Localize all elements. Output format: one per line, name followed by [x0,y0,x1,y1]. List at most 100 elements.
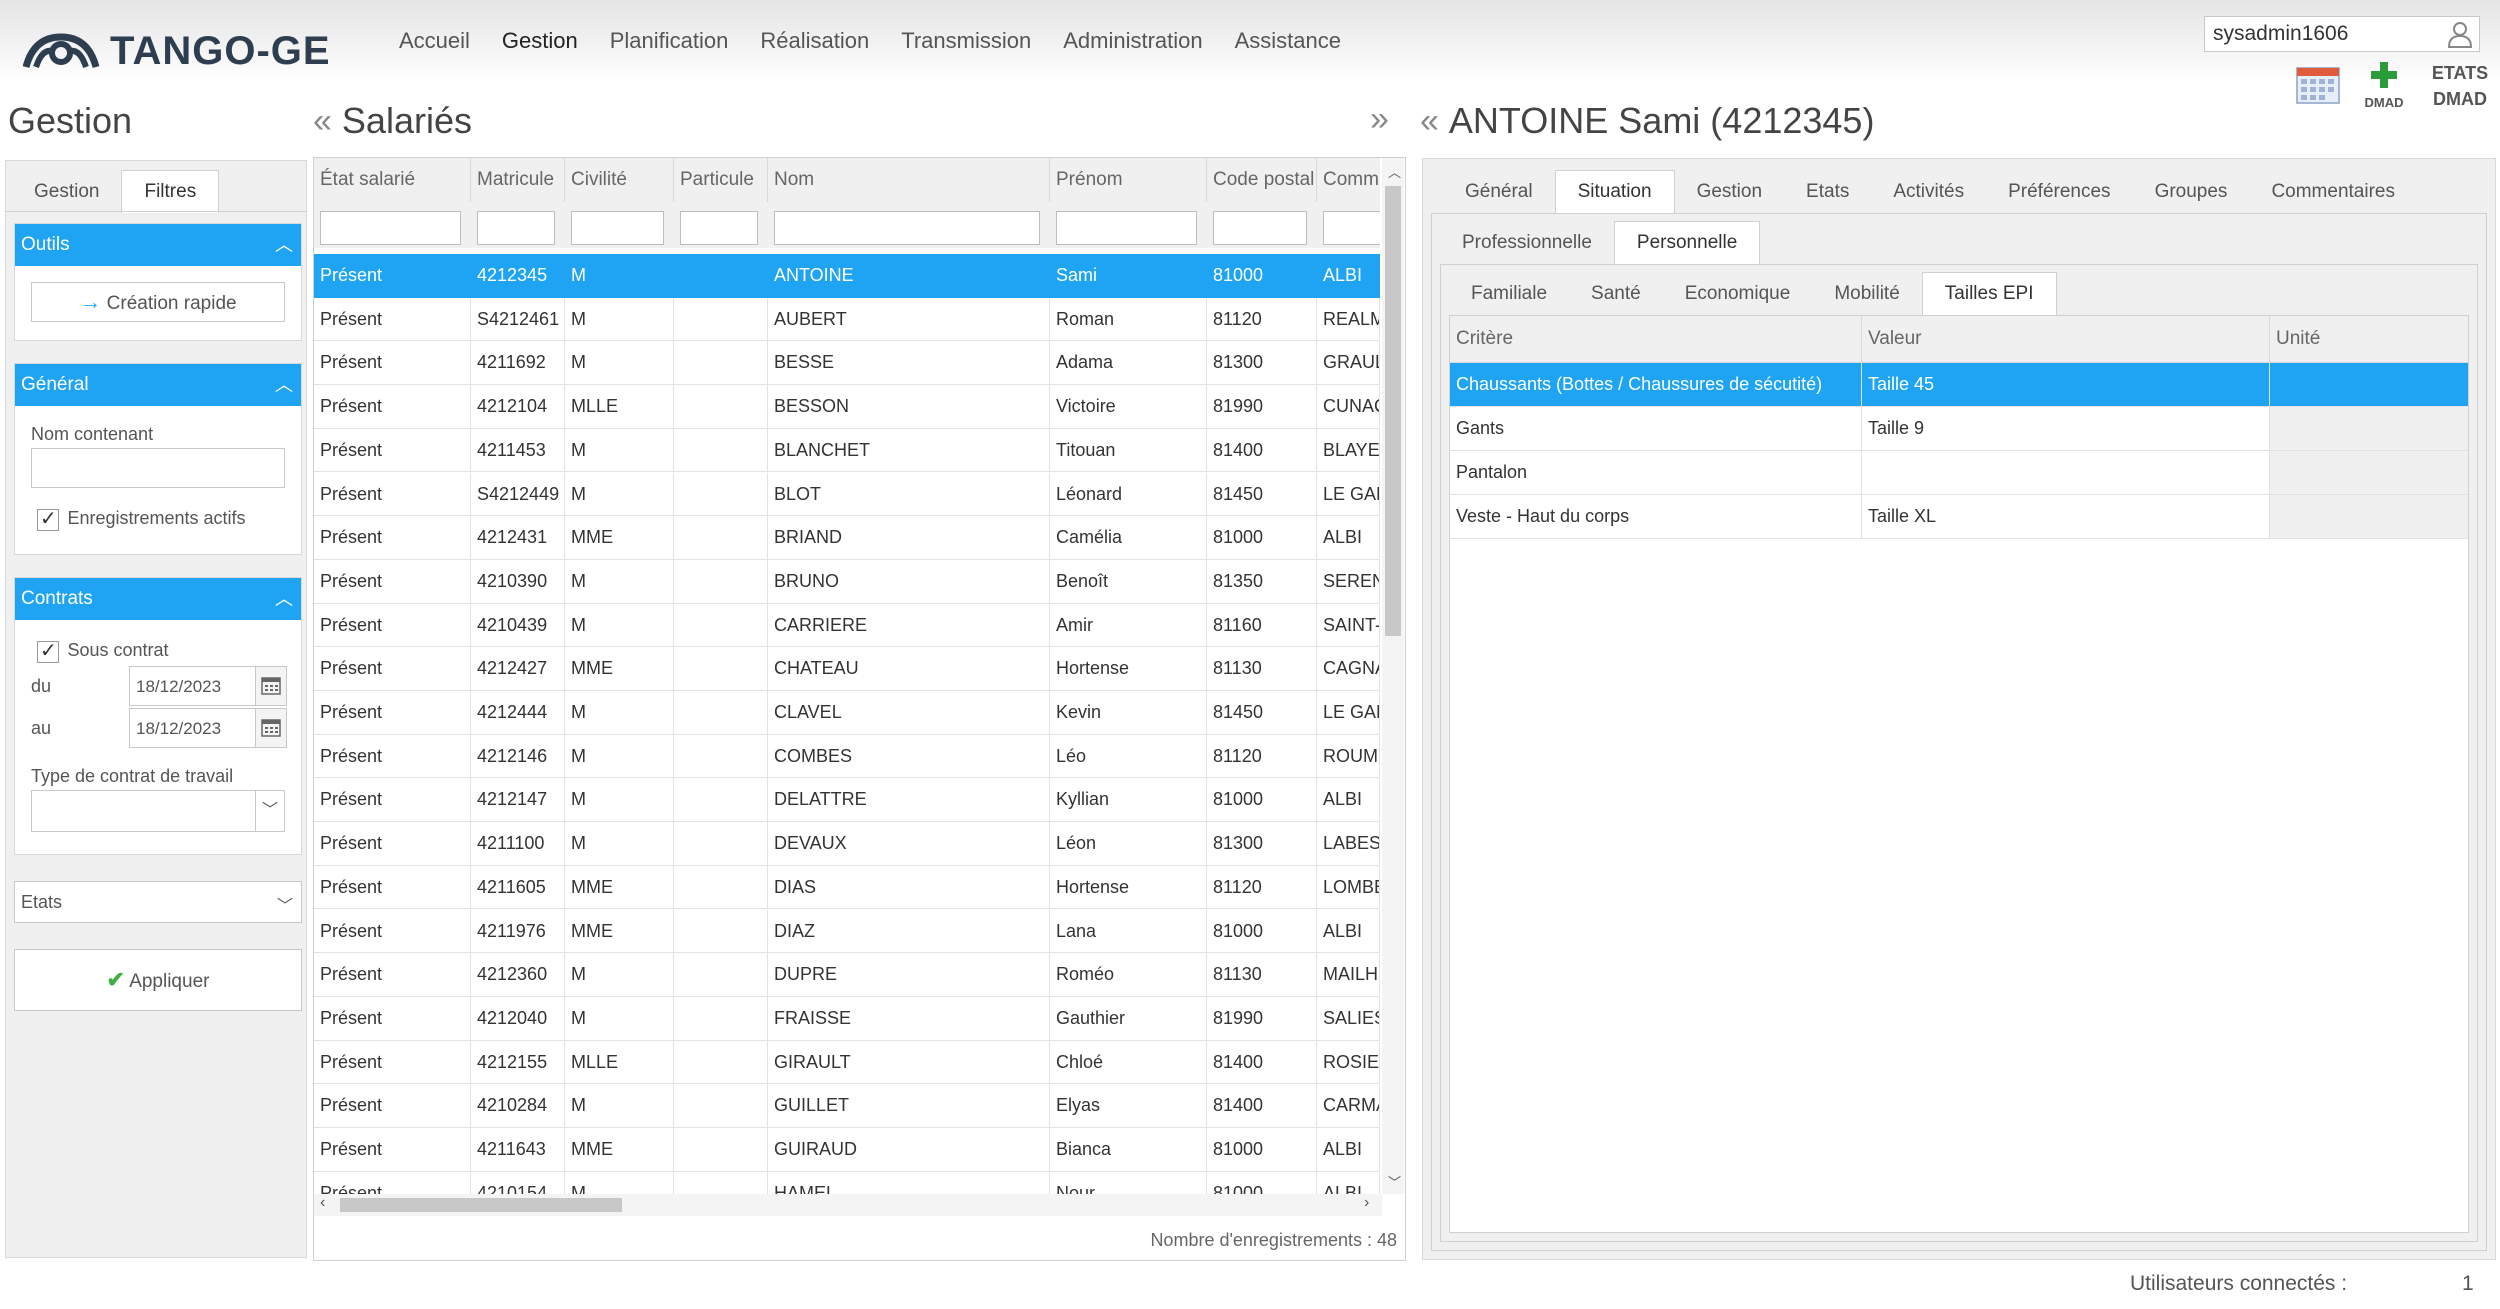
contrats-header[interactable]: Contrats ︿ [15,578,301,620]
tab-preferences[interactable]: Préférences [1986,171,2132,213]
tab-personnelle[interactable]: Personnelle [1613,221,1761,264]
vertical-scrollbar[interactable]: ︿ ﹀ [1382,158,1404,1194]
horizontal-scroll-thumb[interactable] [340,1198,622,1212]
filter-particule[interactable] [680,211,758,245]
sous-contrat-checkbox[interactable] [37,638,59,663]
filter-matricule[interactable] [477,211,555,245]
table-row-selected[interactable]: Présent 4212345 M ANTOINE Sami 81000 ALBI [314,254,1380,298]
calendar-icon[interactable] [2296,64,2340,104]
col-code-postal[interactable]: Code postal [1207,158,1317,202]
table-row[interactable]: Présent 4212146 M COMBES Léo 81120 ROUM [314,734,1380,779]
col-commune[interactable]: Comm [1317,158,1380,202]
tab-sante[interactable]: Santé [1569,273,1663,315]
epi-row[interactable]: Gants Taille 9 [1450,407,2468,451]
tab-familiale[interactable]: Familiale [1449,273,1569,315]
table-row[interactable]: Présent4212444M CLAVELKevin81450LE GAR [314,691,1380,735]
filter-etat[interactable] [320,211,461,245]
tab-professionnelle[interactable]: Professionnelle [1440,222,1614,264]
filter-prenom[interactable] [1056,211,1197,245]
nav-realisation[interactable]: Réalisation [744,26,885,56]
tab-groupes[interactable]: Groupes [2133,171,2250,213]
table-row[interactable]: Présent 4212155 MLLE GIRAULT Chloé 81400 ROSIE… [314,1040,1380,1085]
table-row[interactable]: Présent 4211605 MME DIAS Hortense 81120 LOMBE [314,865,1380,910]
nav-administration[interactable]: Administration [1047,26,1218,56]
user-icon[interactable] [2447,20,2473,53]
nav-gestion[interactable]: Gestion [486,26,594,56]
etats-dmad-button[interactable]: ETATS DMAD [2420,60,2500,112]
vertical-scroll-thumb[interactable] [1385,186,1401,636]
chevron-up-icon[interactable]: ︿ [275,364,293,406]
tab-activites[interactable]: Activités [1871,171,1986,213]
col-particule[interactable]: Particule [674,158,768,202]
table-row[interactable]: Présent 4210439 M CARRIERE Amir 81160 SAINT- [314,603,1380,648]
col-nom[interactable]: Nom [768,158,1050,202]
col-valeur[interactable]: Valeur [1862,316,2270,362]
table-row[interactable]: Présent 4211692 M BESSE Adama 81300 GRAUL [314,341,1380,386]
filter-commune[interactable] [1323,211,1380,245]
nav-accueil[interactable]: Accueil [383,26,486,56]
col-civilite[interactable]: Civilité [565,158,674,202]
type-contrat-select[interactable]: ﹀ [31,790,285,832]
enregistrements-actifs-row[interactable]: Enregistrements actifs [37,506,246,531]
table-row[interactable]: Présent 4210390 M BRUNO Benoît 81350 SEREN [314,559,1380,604]
table-row[interactable]: Présent 4212427 MME CHATEAU Hortense 81130 CAG… [314,647,1380,691]
tab-filtres[interactable]: Filtres [121,170,220,213]
appliquer-button[interactable]: ✔ Appliquer [14,949,302,1011]
tab-situation[interactable]: Situation [1554,170,1675,213]
scroll-left-icon[interactable]: ‹ [320,1194,325,1212]
nav-assistance[interactable]: Assistance [1219,26,1357,56]
filter-code-postal[interactable] [1213,211,1307,245]
table-row[interactable]: Présent 4211453 M BLANCHET Titouan 81400 BLAYE… [314,428,1380,473]
table-row[interactable]: Présent4211100M DEVAUXLéon81300LABESS [314,822,1380,866]
nav-transmission[interactable]: Transmission [885,26,1047,56]
collapse-middle-icon[interactable]: « [1420,102,1439,141]
scroll-up-icon[interactable]: ︿ [1388,162,1401,181]
col-critere[interactable]: Critère [1450,316,1862,362]
epi-row[interactable]: Veste - Haut du corps Taille XL [1450,495,2468,539]
scroll-right-icon[interactable]: › [1364,1194,1369,1212]
collapse-left-icon[interactable]: « [313,102,332,141]
filter-civilite[interactable] [571,211,664,245]
table-row[interactable]: Présent 4212104 MLLE BESSON Victoire 81990 CUN… [314,385,1380,429]
table-row[interactable]: Présent 4210154 M HAMEL Nour 81000 ALBI [314,1171,1380,1194]
chevron-up-icon[interactable]: ︿ [275,224,293,266]
tab-general[interactable]: Général [1443,171,1555,213]
chevron-down-icon[interactable]: ﹀ [255,791,284,831]
filter-nom[interactable] [774,211,1040,245]
du-date-field[interactable]: 18/12/2023 [129,666,287,706]
col-unite[interactable]: Unité [2270,316,2468,362]
table-row[interactable]: Présent4210284M GUILLETElyas81400CARMA [314,1084,1380,1128]
tab-mobilite[interactable]: Mobilité [1812,273,1921,315]
tab-gestion-detail[interactable]: Gestion [1675,171,1784,213]
table-row[interactable]: Présent 4212147 M DELATTRE Kyllian 81000 ALBI [314,778,1380,823]
au-date-field[interactable]: 18/12/2023 [129,708,287,748]
tab-etats[interactable]: Etats [1784,171,1871,213]
tab-tailles-epi[interactable]: Tailles EPI [1921,272,2057,315]
table-row[interactable]: Présent S4212461 M AUBERT Roman 81120 REALM [314,297,1380,342]
add-dmad-button[interactable]: DMAD [2358,60,2410,110]
col-prenom[interactable]: Prénom [1050,158,1207,202]
expand-right-icon[interactable]: » [1370,100,1389,139]
tab-commentaires[interactable]: Commentaires [2249,171,2417,213]
etats-select[interactable]: Etats ﹀ [14,881,302,923]
table-row[interactable]: Présent 4212431 MME BRIAND Camélia 81000 ALBI [314,516,1380,560]
sous-contrat-row[interactable]: Sous contrat [37,638,169,663]
chevron-up-icon[interactable]: ︿ [275,578,293,620]
app-logo[interactable]: TANGO-GE [22,26,331,76]
table-row[interactable]: Présent 4211976 MME DIAZ Lana 81000 ALBI [314,909,1380,954]
col-matricule[interactable]: Matricule [471,158,565,202]
table-row[interactable]: PrésentS4212449M BLOTLéonard81450LE GAR [314,472,1380,517]
enregistrements-actifs-checkbox[interactable] [37,506,59,531]
epi-row-selected[interactable]: Chaussants (Bottes / Chaussures de sécut… [1450,363,2468,407]
table-row[interactable]: Présent 4212360 M DUPRE Roméo 81130 MAILH [314,953,1380,997]
tab-gestion[interactable]: Gestion [12,171,121,213]
epi-row[interactable]: Pantalon [1450,451,2468,495]
nom-contenant-input[interactable] [31,448,285,488]
table-row[interactable]: Présent 4211643 MME GUIRAUD Bianca 81000 ALBI [314,1128,1380,1172]
horizontal-scrollbar[interactable]: ‹ › [314,1194,1382,1216]
user-field[interactable]: sysadmin1606 [2204,16,2480,52]
nav-planification[interactable]: Planification [594,26,745,56]
creation-rapide-button[interactable]: → Création rapide [31,282,285,322]
general-header[interactable]: Général ︿ [15,364,301,406]
tab-economique[interactable]: Economique [1663,273,1813,315]
